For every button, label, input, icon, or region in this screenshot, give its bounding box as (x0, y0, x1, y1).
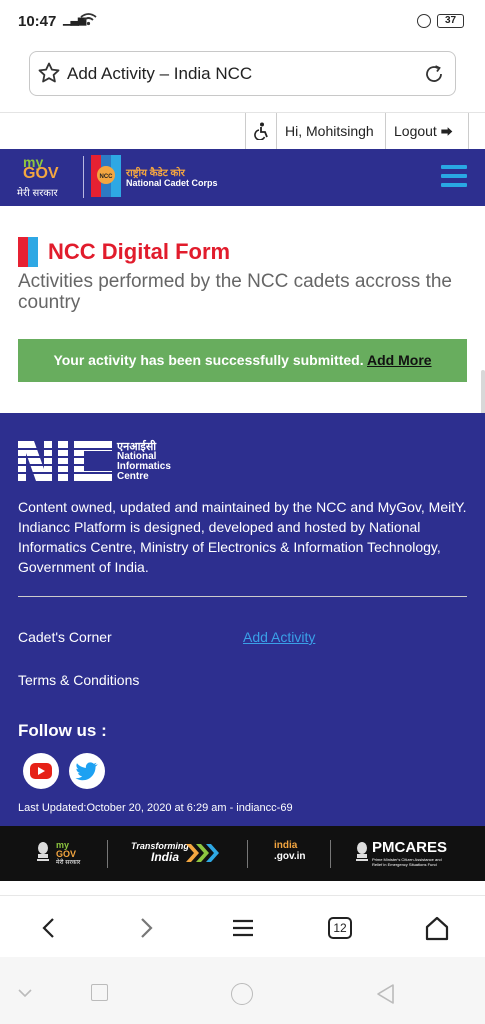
partner-india-text: India (151, 850, 180, 864)
battery-indicator: 37 (437, 14, 464, 28)
page-subtitle: Activities performed by the NCC cadets a… (18, 271, 453, 313)
recent-apps-button[interactable] (91, 984, 108, 1001)
logout-button[interactable]: Logout ⮕ (385, 113, 469, 150)
menu-icon[interactable] (229, 914, 257, 942)
partner-mygov-logo[interactable]: my GOV मेरी सरकार (56, 841, 80, 868)
success-alert: Your activity has been successfully subm… (18, 339, 467, 382)
mygov-logo-hindi: मेरी सरकार (17, 188, 58, 199)
logout-icon: ⮕ (440, 125, 453, 139)
ncc-hindi-name: राष्ट्रीय कैडेट कोर (126, 168, 185, 179)
footer-about-text: Content owned, updated and maintained by… (18, 499, 467, 575)
status-bar: 10:47 ▁▃▅ 37 (0, 0, 485, 44)
status-time: 10:47 (18, 13, 57, 30)
partner-mygov-hindi: मेरी सरकार (56, 860, 81, 866)
bookmark-star-icon[interactable] (37, 61, 61, 85)
national-emblem-icon (37, 842, 49, 861)
hamburger-menu-icon[interactable] (441, 165, 467, 187)
partner-transforming-india-logo[interactable]: Transforming India (131, 841, 189, 863)
footer-divider (18, 596, 467, 597)
accessibility-icon (254, 122, 268, 141)
system-navigation-bar (0, 957, 485, 1024)
ncc-english-name: National Cadet Corps (126, 178, 218, 188)
footer-link-add-activity[interactable]: Add Activity (243, 629, 315, 645)
footer-link-terms[interactable]: Terms & Conditions (18, 672, 139, 688)
reload-icon[interactable] (423, 63, 445, 85)
collapse-chevron-icon[interactable] (17, 987, 33, 999)
page-title-in-address-bar[interactable]: Add Activity – India NCC (67, 64, 252, 84)
partner-india-gov-bottom: .gov.in (274, 851, 306, 862)
follow-us-heading: Follow us : (18, 721, 107, 740)
utility-bar: Hi, Mohitsingh Logout ⮕ (0, 112, 485, 150)
site-footer: एनआईसी National Informatics Centre Conte… (0, 413, 485, 826)
user-greeting[interactable]: Hi, Mohitsingh (276, 113, 385, 150)
accessibility-button[interactable] (245, 113, 276, 150)
add-more-link[interactable]: Add More (367, 352, 432, 368)
partner-india-gov-top: india (274, 840, 298, 851)
back-icon[interactable] (35, 914, 63, 942)
home-icon[interactable] (423, 914, 451, 942)
back-button[interactable] (375, 983, 395, 1005)
pmcares-emblem-icon (356, 842, 368, 861)
partner-logos-bar: my GOV मेरी सरकार Transforming India ind… (0, 826, 485, 881)
success-message: Your activity has been successfully subm… (53, 352, 364, 368)
address-bar[interactable]: Add Activity – India NCC (29, 51, 456, 96)
partner-pmcares-subtitle: Prime Minister's Citizen Assistance and … (372, 857, 442, 867)
logout-label: Logout (394, 123, 437, 139)
header-divider (83, 156, 84, 198)
partner-divider (107, 840, 108, 868)
twitter-icon[interactable] (69, 753, 105, 789)
home-button[interactable] (231, 983, 253, 1005)
footer-link-cadets-corner[interactable]: Cadet's Corner (18, 629, 112, 645)
browser-toolbar: 12 (0, 895, 485, 957)
wifi-icon (80, 13, 97, 26)
page-title: NCC Digital Form (48, 239, 231, 264)
partner-india-gov-logo[interactable]: india .gov.in (274, 840, 305, 862)
partner-divider (247, 840, 248, 868)
screen: 10:47 ▁▃▅ 37 Add Activity – India NCC Hi… (0, 0, 485, 1024)
rotation-lock-icon (417, 14, 431, 28)
tab-switcher-button[interactable]: 12 (328, 917, 352, 939)
transforming-india-arrows-icon (186, 844, 219, 862)
form-title-icon (18, 237, 38, 267)
partner-divider (330, 840, 331, 868)
mygov-logo[interactable]: my GOV मेरी सरकार (17, 154, 75, 200)
forward-icon[interactable] (132, 914, 160, 942)
partner-mygov-gov: GOV (56, 849, 77, 859)
last-updated-text: Last Updated:October 20, 2020 at 6:29 am… (18, 802, 293, 814)
nic-english-name: National Informatics Centre (117, 451, 171, 482)
youtube-icon[interactable] (23, 753, 59, 789)
ncc-emblem-icon[interactable]: NCC (91, 155, 121, 197)
mygov-logo-gov: GOV (23, 165, 59, 182)
nic-logo[interactable] (18, 439, 114, 483)
site-header: my GOV मेरी सरकार NCC राष्ट्रीय कैडेट को… (0, 149, 485, 206)
partner-pmcares-logo[interactable]: PMCARES (372, 839, 447, 856)
ncc-emblem-text: NCC (100, 174, 114, 180)
